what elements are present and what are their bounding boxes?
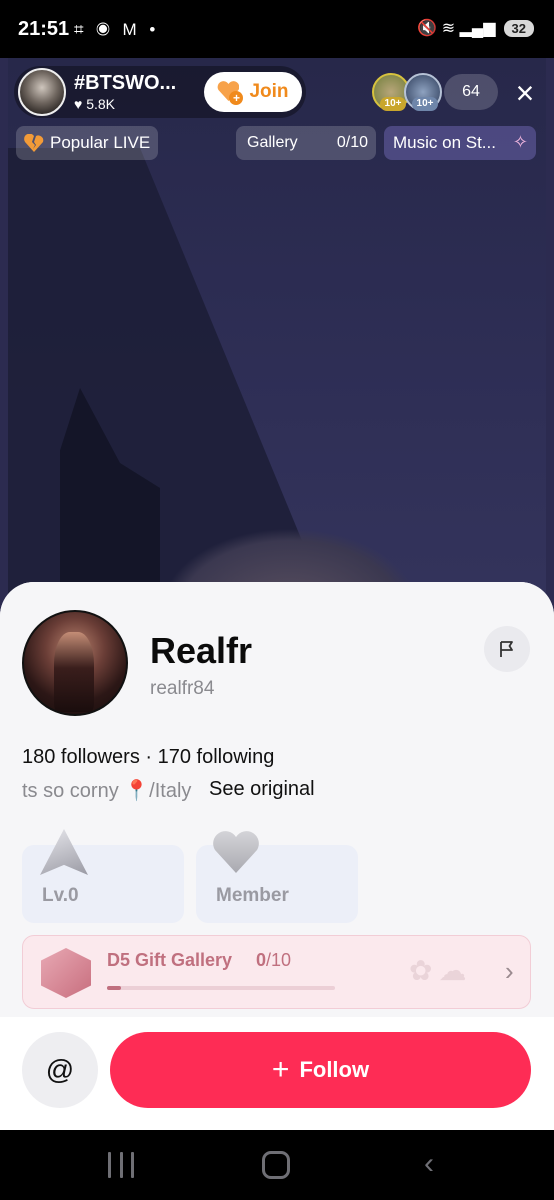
heart-icon: ♥ <box>74 96 83 112</box>
join-heart-icon: + <box>217 81 244 105</box>
broken-heart-icon <box>24 134 44 152</box>
viewer-badge: 10+ <box>412 97 438 111</box>
follow-stats[interactable]: 180 followers · 170 following <box>22 746 274 769</box>
music-note-icon: ✧ <box>512 132 528 152</box>
host-likes: ♥ 5.8K <box>74 96 115 112</box>
gem-icon <box>41 948 91 998</box>
member-badge[interactable]: Member <box>196 845 358 923</box>
gallery-count: 0/10 <box>336 134 368 151</box>
gift-progress-fill <box>107 986 121 990</box>
host-name[interactable]: #BTSWO... <box>74 72 176 95</box>
gift-gallery-card[interactable]: D5 Gift Gallery 0/10 ✿☁ › <box>22 935 531 1009</box>
recent-apps-icon[interactable] <box>108 1152 134 1178</box>
plus-icon: + <box>271 1053 290 1086</box>
gift-progress-bar <box>107 986 335 990</box>
profile-bio: ts so corny 📍/Italy <box>22 780 192 802</box>
music-label: Music on St... <box>393 133 496 152</box>
profile-username: realfr84 <box>150 678 215 699</box>
status-bar: 21:51 ⌗ ◉ M • 🔇 ≋ ▂▄▆ 32 <box>0 0 554 58</box>
flag-icon <box>500 641 513 657</box>
gift-gallery-title: D5 Gift Gallery <box>107 950 233 970</box>
close-icon[interactable]: × <box>510 77 540 109</box>
gift-decoration-icon: ✿☁ <box>409 955 473 986</box>
member-label: Member <box>216 885 289 906</box>
status-time: 21:51 <box>18 18 70 40</box>
join-button[interactable]: + Join <box>204 72 302 112</box>
likes-count: 5.8K <box>86 96 116 112</box>
gallery-chip[interactable]: Gallery 0/10 <box>236 126 376 160</box>
signal-icons: 🔇 ≋ ▂▄▆ <box>417 20 496 37</box>
profile-display-name: Realfr <box>150 630 253 671</box>
profile-avatar[interactable] <box>22 610 128 716</box>
follow-button[interactable]: + Follow <box>110 1032 531 1108</box>
back-icon[interactable]: ‹ <box>424 1149 444 1179</box>
chevron-right-icon: › <box>505 956 514 986</box>
host-info[interactable]: #BTSWO... ♥ 5.8K + Join <box>14 66 306 118</box>
gallery-label: Gallery <box>247 134 298 151</box>
music-chip[interactable]: Music on St... ✧ <box>384 126 536 160</box>
level-label: Lv.0 <box>42 885 79 906</box>
viewer-count[interactable]: 64 <box>444 74 498 110</box>
mention-button[interactable]: @ <box>22 1032 98 1108</box>
follow-label: Follow <box>299 1057 370 1082</box>
paper-plane-icon <box>40 829 88 875</box>
system-nav-bar: ‹ <box>0 1130 554 1200</box>
notification-icons: ⌗ ◉ M • <box>74 20 160 39</box>
profile-sheet: Realfr realfr84 180 followers · 170 foll… <box>0 582 554 1130</box>
profile-card: Realfr realfr84 180 followers · 170 foll… <box>0 582 554 1017</box>
viewer-avatar[interactable]: 10+ <box>404 73 442 111</box>
battery-icon: 32 <box>503 19 534 37</box>
host-avatar[interactable] <box>18 68 66 116</box>
heart-badge-icon <box>212 831 260 873</box>
report-button[interactable] <box>484 626 530 672</box>
system-icons: 🔇 ≋ ▂▄▆ 32 <box>417 18 534 38</box>
popular-live-label: Popular LIVE <box>50 133 151 152</box>
home-icon[interactable] <box>262 1151 290 1179</box>
viewer-badge: 10+ <box>380 97 406 111</box>
level-badge[interactable]: Lv.0 <box>22 829 184 923</box>
top-viewers[interactable]: 10+ 10+ 64 <box>372 72 498 112</box>
gift-gallery-count: 0/10 <box>256 950 292 970</box>
join-label: Join <box>249 81 289 102</box>
see-original-link[interactable]: See original <box>209 778 315 801</box>
popular-live-chip[interactable]: Popular LIVE <box>16 126 158 160</box>
